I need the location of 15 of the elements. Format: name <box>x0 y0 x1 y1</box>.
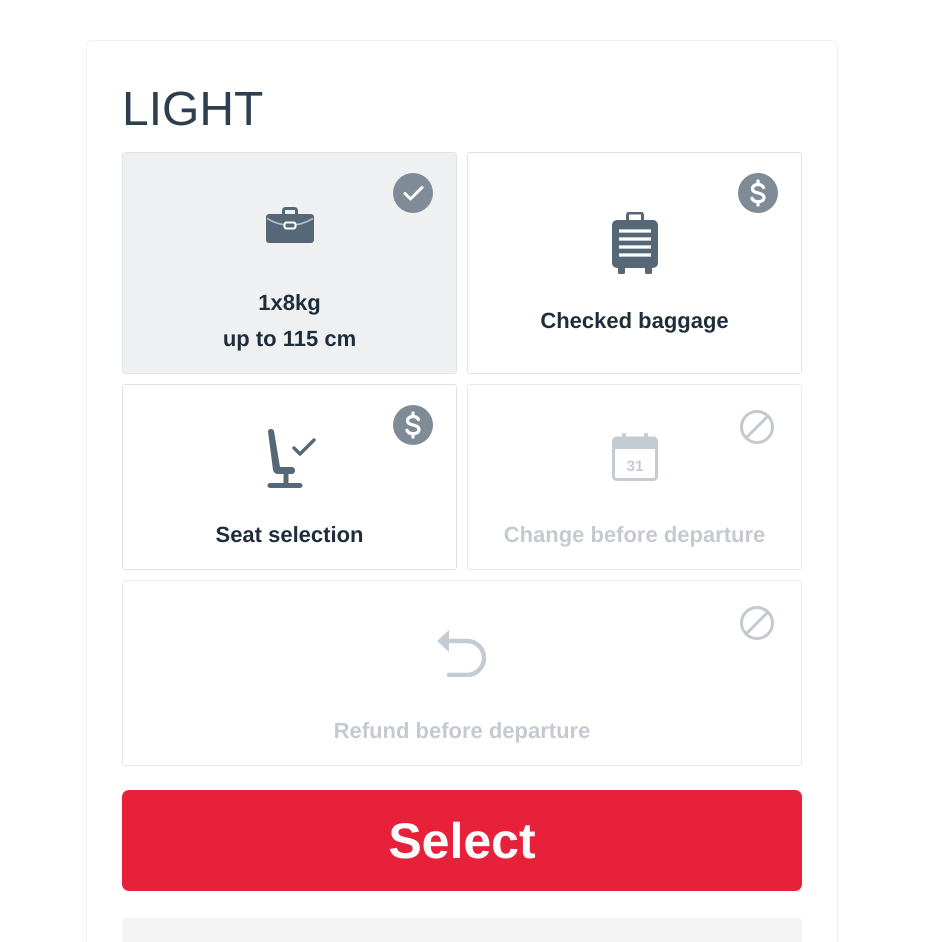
check-badge-icon <box>393 173 433 213</box>
briefcase-icon <box>266 207 314 243</box>
feature-label: Refund before departure <box>334 717 590 745</box>
prohibited-icon <box>740 410 774 444</box>
dollar-badge-icon <box>738 173 778 213</box>
suitcase-icon <box>612 212 658 274</box>
plan-title: LIGHT <box>122 82 264 138</box>
feature-label: 1x8kg up to 115 cm <box>222 289 356 353</box>
return-arrow-icon <box>437 629 487 677</box>
feature-label: Checked baggage <box>540 307 729 335</box>
feature-label: Seat selection <box>216 521 364 549</box>
feature-label: Change before departure <box>504 521 766 549</box>
select-button[interactable]: Select <box>122 790 802 891</box>
dollar-badge-icon <box>393 405 433 445</box>
prohibited-icon <box>740 606 774 640</box>
